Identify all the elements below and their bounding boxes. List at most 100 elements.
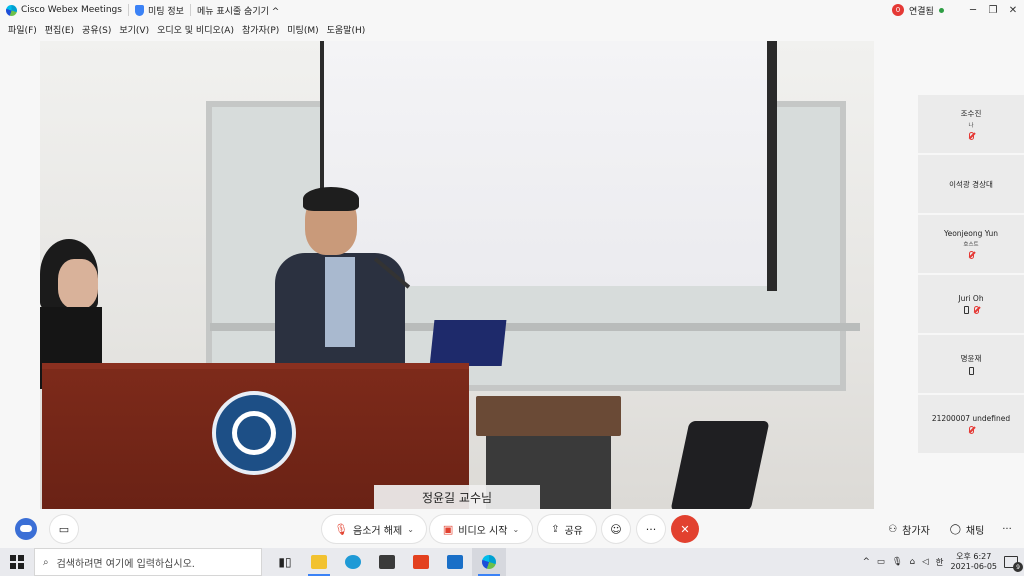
chevron-up-icon[interactable]: ^ xyxy=(863,557,870,567)
participant-tile[interactable]: 이석광 경상대 xyxy=(918,155,1024,213)
chat-bubble-icon: ◯ xyxy=(949,523,961,535)
webex-logo-icon xyxy=(6,4,17,16)
phone-icon xyxy=(968,366,974,375)
monitor xyxy=(429,320,507,366)
participant-tile[interactable]: 명윤재 xyxy=(918,335,1024,393)
system-tray: ^ ▭ 🎙 ⌂ ◁ 한 오후 6:27 2021-06-05 9 xyxy=(863,548,1024,576)
menu-edit[interactable]: 편집(E) xyxy=(41,23,78,36)
mail-icon[interactable] xyxy=(438,548,472,576)
device-icon[interactable]: ▭ xyxy=(877,557,885,567)
ime-indicator[interactable]: 한 xyxy=(936,556,944,568)
store-icon[interactable] xyxy=(370,548,404,576)
taskbar-clock[interactable]: 오후 6:27 2021-06-05 xyxy=(951,552,998,572)
participant-role: 나 xyxy=(968,123,974,129)
participant-tile[interactable]: Yeonjeong Yun 호스트 xyxy=(918,215,1024,273)
speaker-hair xyxy=(303,187,359,211)
maximize-button[interactable]: ❐ xyxy=(982,0,1004,20)
university-emblem xyxy=(212,391,296,475)
close-button[interactable]: ✕ xyxy=(1002,0,1024,20)
notification-center-icon[interactable]: 9 xyxy=(1004,556,1023,572)
participant-tile[interactable]: Juri Oh xyxy=(918,275,1024,333)
minimize-button[interactable]: ─ xyxy=(962,0,984,20)
participant-name: 명윤재 xyxy=(960,354,982,363)
close-icon: ✕ xyxy=(680,522,690,536)
muted-mic-icon xyxy=(973,305,979,314)
menu-help[interactable]: 도움말(H) xyxy=(323,23,370,36)
hide-menu-button[interactable]: 메뉴 표시줄 숨기기 ^ xyxy=(191,0,285,20)
screen-edge xyxy=(767,41,777,291)
side-table xyxy=(476,396,621,436)
share-button[interactable]: ⇪ 공유 xyxy=(538,515,596,543)
search-placeholder: 검색하려면 여기에 입력하십시오. xyxy=(56,558,195,570)
unmute-button[interactable]: 🎙 음소거 해제 ⌄ xyxy=(322,515,426,543)
office-icon[interactable] xyxy=(404,548,438,576)
menu-audio-video[interactable]: 오디오 및 비디오(A) xyxy=(153,23,238,36)
participant-name: 이석광 경상대 xyxy=(949,179,993,189)
reactions-button[interactable]: ☺ xyxy=(602,515,630,543)
participant-role: 호스트 xyxy=(963,242,979,248)
person-icon: ⚇ xyxy=(888,523,898,535)
connection-status[interactable]: 0 연결됨 xyxy=(892,0,944,20)
muted-mic-icon xyxy=(968,250,974,259)
chevron-down-icon[interactable]: ⌄ xyxy=(407,525,414,534)
volume-icon[interactable]: ◁ xyxy=(922,557,929,567)
participant-tile[interactable]: 21200007 undefined xyxy=(918,395,1024,453)
file-explorer-icon[interactable] xyxy=(302,548,336,576)
assistant-button[interactable] xyxy=(12,515,40,543)
muted-mic-icon xyxy=(968,425,974,434)
webex-assistant-icon xyxy=(15,518,37,540)
clock-time: 오후 6:27 xyxy=(956,552,992,561)
connection-badge: 0 xyxy=(892,4,904,16)
meeting-control-bar: ▭ 🎙 음소거 해제 ⌄ ▣ 비디오 시작 ⌄ ⇪ 공유 ☺ ··· ✕ ⚇ 참… xyxy=(0,511,1024,547)
participant-name: 21200007 undefined xyxy=(931,414,1011,423)
participants-button[interactable]: ⚇ 참가자 xyxy=(880,515,938,543)
windows-start-icon[interactable] xyxy=(10,555,24,569)
mic-tray-icon[interactable]: 🎙 xyxy=(892,557,903,567)
menu-bar: 파일(F) 편집(E) 공유(S) 보기(V) 오디오 및 비디오(A) 참가자… xyxy=(0,20,1024,39)
shield-icon xyxy=(134,4,144,16)
muted-mic-icon: 🎙 xyxy=(334,522,349,536)
connected-dot-icon xyxy=(938,7,944,13)
share-icon: ⇪ xyxy=(551,523,560,535)
smiley-icon: ☺ xyxy=(610,522,622,536)
notification-count: 9 xyxy=(1013,562,1023,572)
phone-icon xyxy=(963,305,969,314)
active-speaker-video[interactable] xyxy=(40,41,874,509)
participant-name: 조수진 xyxy=(960,109,982,118)
windows-taskbar: ⌕ 검색하려면 여기에 입력하십시오. ▮▯ ^ ▭ 🎙 ⌂ ◁ 한 오후 6:… xyxy=(0,548,1024,576)
connection-label: 연결됨 xyxy=(909,6,934,17)
menu-share[interactable]: 공유(S) xyxy=(78,23,115,36)
search-icon: ⌕ xyxy=(43,556,49,568)
menu-participants[interactable]: 참가자(P) xyxy=(238,23,283,36)
speaker-name-label: 정윤길 교수님 xyxy=(374,485,540,509)
webex-taskbar-icon[interactable] xyxy=(472,548,506,576)
taskbar-search-input[interactable]: ⌕ 검색하려면 여기에 입력하십시오. xyxy=(34,548,262,576)
participant-name: Yeonjeong Yun xyxy=(944,229,998,238)
participant-name: Juri Oh xyxy=(958,294,984,303)
network-icon[interactable]: ⌂ xyxy=(910,557,915,567)
more-icon: ··· xyxy=(645,522,657,536)
menu-file[interactable]: 파일(F) xyxy=(4,23,41,36)
menu-meeting[interactable]: 미팅(M) xyxy=(283,23,322,36)
chat-button[interactable]: ◯ 채팅 xyxy=(942,515,992,543)
app-title: Cisco Webex Meetings xyxy=(0,0,128,20)
participant-tile[interactable]: 조수진 나 xyxy=(918,95,1024,153)
speaker-figure xyxy=(275,187,415,373)
chevron-down-icon[interactable]: ⌄ xyxy=(512,525,519,534)
leave-meeting-button[interactable]: ✕ xyxy=(671,515,699,543)
panel-more-button[interactable]: ··· xyxy=(994,515,1020,543)
more-icon: ··· xyxy=(1002,523,1012,535)
captions-button[interactable]: ▭ xyxy=(50,515,78,543)
meeting-info-button[interactable]: 미팅 정보 xyxy=(129,0,190,20)
more-options-button[interactable]: ··· xyxy=(637,515,665,543)
edge-browser-icon[interactable] xyxy=(336,548,370,576)
menu-view[interactable]: 보기(V) xyxy=(115,23,153,36)
muted-mic-icon xyxy=(968,131,974,140)
emblem-ring xyxy=(232,411,276,455)
start-video-button[interactable]: ▣ 비디오 시작 ⌄ xyxy=(430,515,532,543)
attendee-face xyxy=(58,259,98,309)
task-view-icon[interactable]: ▮▯ xyxy=(268,548,302,576)
title-bar: Cisco Webex Meetings 미팅 정보 메뉴 표시줄 숨기기 ^ xyxy=(0,0,1024,20)
clock-date: 2021-06-05 xyxy=(950,562,998,571)
participant-thumbnails: 조수진 나 이석광 경상대 Yeonjeong Yun 호스트 Juri Oh … xyxy=(918,95,1024,455)
